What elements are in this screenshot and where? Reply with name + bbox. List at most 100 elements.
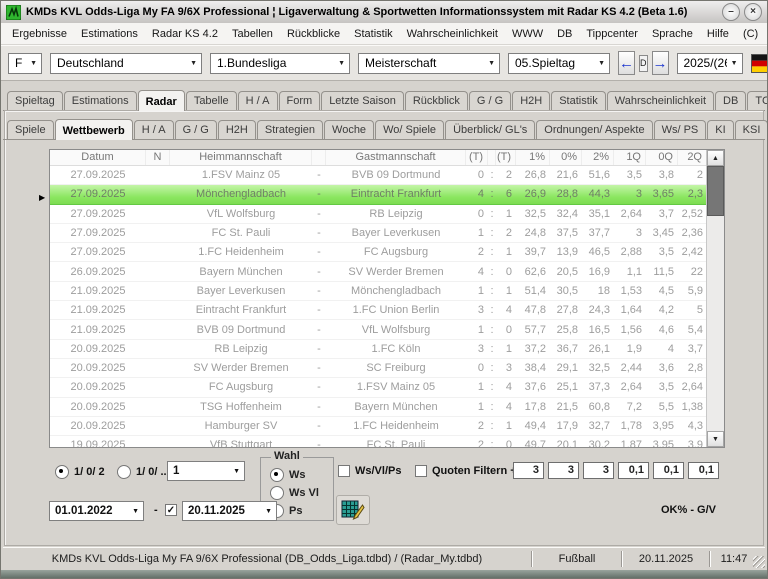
quote-filter-input[interactable]: 3: [513, 462, 544, 479]
table-row[interactable]: 27.09.20251.FSV Mainz 05-BVB 09 Dortmund…: [50, 166, 706, 185]
table-row[interactable]: 27.09.2025FC St. Pauli-Bayer Leverkusen1…: [50, 224, 706, 243]
tab-spieltag[interactable]: Spieltag: [7, 91, 63, 110]
date-from-combo[interactable]: 01.01.2022 ▼: [49, 501, 144, 521]
menu-item-c[interactable]: (C): [736, 26, 765, 42]
d-button[interactable]: D: [639, 55, 648, 72]
tab-überblick-gl-s[interactable]: Überblick/ GL's: [445, 120, 535, 139]
tab-h-a[interactable]: H / A: [238, 91, 278, 110]
tab-ws-ps[interactable]: Ws/ PS: [654, 120, 707, 139]
menu-item-wahrscheinlichkeit[interactable]: Wahrscheinlichkeit: [400, 26, 505, 42]
prev-arrow-button[interactable]: ←: [618, 51, 635, 75]
combo-country[interactable]: Deutschland▼: [50, 53, 202, 74]
tab-woche[interactable]: Woche: [324, 120, 374, 139]
tab-g-g[interactable]: G / G: [175, 120, 217, 139]
tab-ordnungen-aspekte[interactable]: Ordnungen/ Aspekte: [536, 120, 652, 139]
quoten-filter-checkbox[interactable]: Quoten Filtern +/-: [415, 465, 523, 477]
tab-radar[interactable]: Radar: [138, 90, 185, 111]
grid-edit-button[interactable]: [336, 495, 370, 525]
table-row[interactable]: 27.09.2025Mönchengladbach-Eintracht Fran…: [50, 185, 706, 204]
combo-value: 1.Bundesliga: [217, 56, 334, 70]
mode-radio-1-0-x[interactable]: 1/ 0/ ...: [117, 465, 170, 479]
resize-grip[interactable]: [753, 556, 765, 568]
table-row[interactable]: 27.09.2025VfL Wolfsburg-RB Leipzig0:132,…: [50, 205, 706, 224]
menu-item-db[interactable]: DB: [550, 26, 579, 42]
menu-item-rückblicke[interactable]: Rückblicke: [280, 26, 347, 42]
table-row[interactable]: 21.09.2025BVB 09 Dortmund-VfL Wolfsburg1…: [50, 320, 706, 339]
scrollbar-thumb[interactable]: [707, 166, 724, 216]
quote-filter-input[interactable]: 3: [548, 462, 579, 479]
combo-competition[interactable]: Meisterschaft▼: [358, 53, 500, 74]
table-row[interactable]: 27.09.20251.FC Heidenheim-FC Augsburg2:1…: [50, 243, 706, 262]
tab-h-a[interactable]: H / A: [134, 120, 174, 139]
next-arrow-button[interactable]: →: [652, 51, 669, 75]
mode-radio-1-0-2[interactable]: 1/ 0/ 2: [55, 465, 105, 479]
table-row[interactable]: 26.09.2025Bayern München-SV Werder Breme…: [50, 262, 706, 281]
tab-h2h[interactable]: H2H: [512, 91, 550, 110]
close-button[interactable]: ×: [744, 3, 762, 21]
wahl-radio-ws[interactable]: Ws: [270, 468, 333, 482]
date-to-combo[interactable]: 20.11.2025 ▼: [182, 501, 277, 521]
date-checkbox[interactable]: ✓: [165, 504, 177, 516]
table-row[interactable]: 20.09.2025FC Augsburg-1.FSV Mainz 051:43…: [50, 378, 706, 397]
quote-filter-input[interactable]: 0,1: [653, 462, 684, 479]
table-row[interactable]: 21.09.2025Eintracht Frankfurt-1.FC Union…: [50, 301, 706, 320]
tab-wettbewerb[interactable]: Wettbewerb: [55, 119, 133, 140]
cell: 3,5: [646, 246, 678, 258]
menu-item-tabellen[interactable]: Tabellen: [225, 26, 280, 42]
combo-f[interactable]: F▼: [8, 53, 42, 74]
combo-league[interactable]: 1.Bundesliga▼: [210, 53, 350, 74]
tab-wahrscheinlichkeit[interactable]: Wahrscheinlichkeit: [607, 91, 714, 110]
table-row[interactable]: 21.09.2025Bayer Leverkusen-Mönchengladba…: [50, 282, 706, 301]
menu-item-tippcenter[interactable]: Tippcenter: [579, 26, 645, 42]
cell: 62,6: [516, 266, 550, 278]
combo-matchday[interactable]: 05.Spieltag▼: [508, 53, 610, 74]
tab-form[interactable]: Form: [279, 91, 321, 110]
menu-item-estimations[interactable]: Estimations: [74, 26, 145, 42]
wvp-checkbox[interactable]: Ws/Vl/Ps: [338, 465, 401, 477]
minimize-button[interactable]: –: [722, 3, 740, 21]
quote-filter-input[interactable]: 3: [583, 462, 614, 479]
quote-filter-input[interactable]: 0,1: [618, 462, 649, 479]
table-row[interactable]: 20.09.2025TSG Hoffenheim-Bayern München1…: [50, 398, 706, 417]
table-row[interactable]: 20.09.2025SV Werder Bremen-SC Freiburg0:…: [50, 359, 706, 378]
tab-estimations[interactable]: Estimations: [64, 91, 137, 110]
tab-statistik[interactable]: Statistik: [551, 91, 606, 110]
menu-item-radar-ks-4-2[interactable]: Radar KS 4.2: [145, 26, 225, 42]
tab-ki[interactable]: KI: [707, 120, 733, 139]
mode-combo[interactable]: 1 ▼: [167, 461, 245, 481]
season-combo[interactable]: 2025/(26) ▼: [677, 53, 743, 74]
tab-tc[interactable]: TC: [747, 91, 768, 110]
menu-item-www[interactable]: WWW: [505, 26, 550, 42]
scrollbar-track[interactable]: [707, 216, 724, 431]
radio-dot: [117, 465, 131, 479]
scrollbar-up-button[interactable]: ▲: [707, 150, 724, 166]
wahl-radio-ps[interactable]: Ps: [270, 504, 333, 518]
cell: 1: [496, 343, 516, 355]
menu-item-hilfe[interactable]: Hilfe: [700, 26, 736, 42]
tab-spiele[interactable]: Spiele: [7, 120, 54, 139]
german-flag-icon[interactable]: [751, 54, 768, 73]
cell: 19.09.2025: [50, 439, 146, 447]
tab-strategien[interactable]: Strategien: [257, 120, 323, 139]
table-row[interactable]: 20.09.2025Hamburger SV-1.FC Heidenheim2:…: [50, 417, 706, 436]
table-row[interactable]: 20.09.2025RB Leipzig-1.FC Köln3:137,236,…: [50, 340, 706, 359]
cell: 3: [496, 362, 516, 374]
quote-filter-input[interactable]: 0,1: [688, 462, 719, 479]
cell: 2,64: [614, 208, 646, 220]
tab-wo-spiele[interactable]: Wo/ Spiele: [375, 120, 444, 139]
scrollbar[interactable]: ▲ ▼: [706, 150, 724, 447]
wahl-radio-ws-vl[interactable]: Ws Vl: [270, 486, 333, 500]
tab-h2h[interactable]: H2H: [218, 120, 256, 139]
tab-g-g[interactable]: G / G: [469, 91, 511, 110]
menu-item-ergebnisse[interactable]: Ergebnisse: [5, 26, 74, 42]
tab-rückblick[interactable]: Rückblick: [405, 91, 468, 110]
tab-ksi[interactable]: KSI: [735, 120, 768, 139]
tab-db[interactable]: DB: [715, 91, 746, 110]
scrollbar-down-button[interactable]: ▼: [707, 431, 724, 447]
combo-value: F: [15, 56, 26, 70]
menu-item-statistik[interactable]: Statistik: [347, 26, 400, 42]
tab-tabelle[interactable]: Tabelle: [186, 91, 237, 110]
table-row[interactable]: 19.09.2025VfB Stuttgart-FC St. Pauli2:04…: [50, 436, 706, 447]
tab-letzte-saison[interactable]: Letzte Saison: [321, 91, 404, 110]
menu-item-sprache[interactable]: Sprache: [645, 26, 700, 42]
